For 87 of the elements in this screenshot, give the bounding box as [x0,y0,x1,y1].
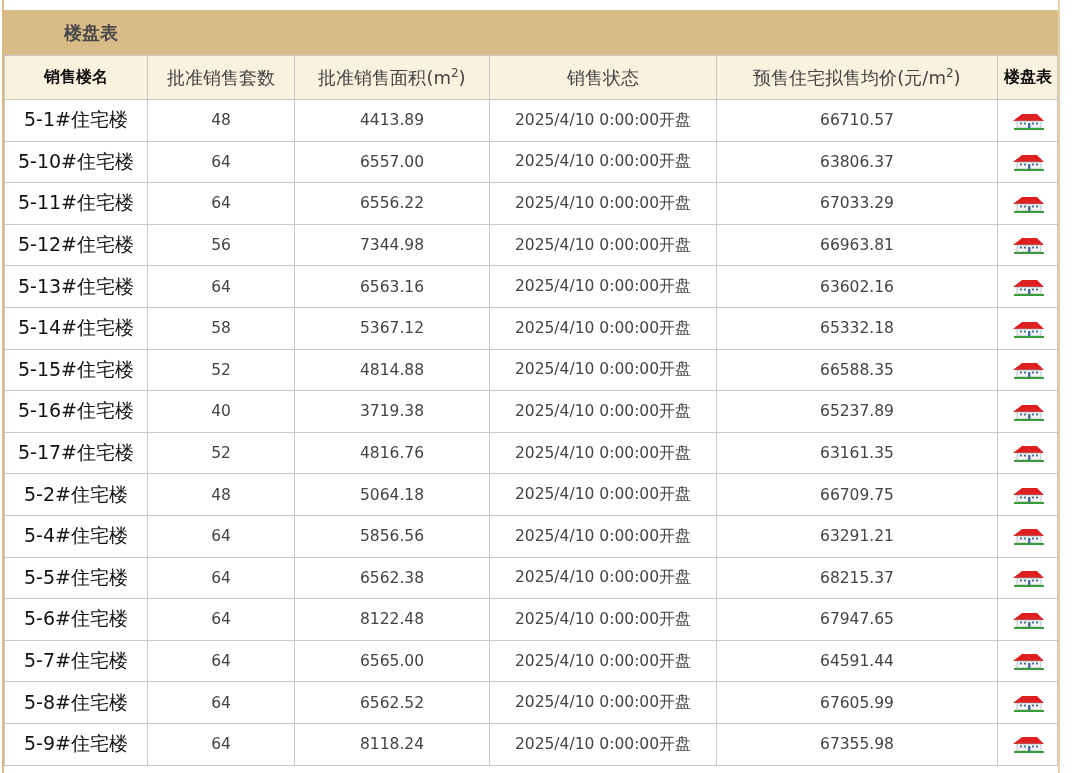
table-cell: 63602.16 [716,265,998,308]
table-cell: 6562.38 [294,557,490,599]
table-cell: 68215.37 [716,557,998,599]
table-cell: 63291.21 [716,515,998,558]
table-cell: 2025/4/10 0:00:00开盘 [489,307,717,350]
table-cell: 2025/4/10 0:00:00开盘 [489,598,717,641]
table-cell: 64 [147,640,295,682]
table-cell: 66963.81 [716,224,998,266]
table-cell: 2025/4/10 0:00:00开盘 [489,640,717,682]
table-cell: 64 [147,598,295,641]
table-cell: 67033.29 [716,182,998,225]
table-cell: 3719.38 [294,390,490,433]
table-cell: 48 [147,99,295,142]
table-cell: 2025/4/10 0:00:00开盘 [489,723,717,765]
table-cell: 52 [147,432,295,474]
table-cell: 5-8#住宅楼 [4,681,148,724]
table-cell: 64 [147,681,295,724]
table-cell: 6562.52 [294,681,490,724]
table-cell: 5-5#住宅楼 [4,557,148,599]
table-cell: 66709.75 [716,473,998,516]
table-cell: 5-16#住宅楼 [4,390,148,433]
table-cell: 5-14#住宅楼 [4,307,148,350]
table-cell: 67355.98 [716,723,998,765]
table-cell: 2025/4/10 0:00:00开盘 [489,99,717,142]
table-cell: 2025/4/10 0:00:00开盘 [489,515,717,558]
table-cell: 48 [147,473,295,516]
table-title: 楼盘表 [64,20,118,45]
table-cell: 4816.76 [294,432,490,474]
table-cell: 65332.18 [716,307,998,350]
table-cell: 58 [147,307,295,350]
table-cell: 8122.48 [294,598,490,641]
column-header: 销售状态 [489,55,717,100]
table-cell: 64 [147,182,295,225]
table-cell: 5-1#住宅楼 [4,99,148,142]
table-cell: 6563.16 [294,265,490,308]
table-cell: 5-11#住宅楼 [4,182,148,225]
table-cell: 65237.89 [716,390,998,433]
table-cell: 64 [147,141,295,183]
table-cell: 6565.00 [294,640,490,682]
table-cell: 56 [147,224,295,266]
column-header: 批准销售面积(m$^{2}$) [294,55,490,100]
table-cell: 7344.98 [294,224,490,266]
table-cell: 2025/4/10 0:00:00开盘 [489,390,717,433]
table-cell: 5064.18 [294,473,490,516]
table-cell: 64 [147,515,295,558]
table-cell: 2025/4/10 0:00:00开盘 [489,432,717,474]
column-header: 预售住宅拟售均价(元/m$^{2}$) [716,55,998,100]
table-cell: 5-7#住宅楼 [4,640,148,682]
table-cell: 2025/4/10 0:00:00开盘 [489,473,717,516]
table-cell: 2025/4/10 0:00:00开盘 [489,557,717,599]
table-cell: 66588.35 [716,349,998,391]
table-cell: 63161.35 [716,432,998,474]
table-cell: 40 [147,390,295,433]
table-cell: 2025/4/10 0:00:00开盘 [489,224,717,266]
table-cell: 6557.00 [294,141,490,183]
table-cell: 64 [147,557,295,599]
table-cell: 5-10#住宅楼 [4,141,148,183]
table-cell: 5-2#住宅楼 [4,473,148,516]
table-cell: 52 [147,349,295,391]
table-cell: 5-4#住宅楼 [4,515,148,558]
table-cell: 2025/4/10 0:00:00开盘 [489,265,717,308]
table-cell: 63806.37 [716,141,998,183]
table-cell: 66710.57 [716,99,998,142]
column-header: 批准销售套数 [147,55,295,100]
table-cell: 4413.89 [294,99,490,142]
table-cell: 5-17#住宅楼 [4,432,148,474]
table-cell: 6556.22 [294,182,490,225]
table-cell: 67605.99 [716,681,998,724]
table-cell: 5-15#住宅楼 [4,349,148,391]
table-cell: 5367.12 [294,307,490,350]
table-cell: 5856.56 [294,515,490,558]
column-header: 楼盘表 [997,55,1058,100]
table-cell: 4814.88 [294,349,490,391]
table-cell: 64591.44 [716,640,998,682]
table-cell: 8118.24 [294,723,490,765]
table-cell: 5-12#住宅楼 [4,224,148,266]
table-cell: 5-6#住宅楼 [4,598,148,641]
table-cell: 5-9#住宅楼 [4,723,148,765]
table-cell: 2025/4/10 0:00:00开盘 [489,681,717,724]
table-cell: 2025/4/10 0:00:00开盘 [489,141,717,183]
table-cell: 67947.65 [716,598,998,641]
column-header: 销售楼名 [4,55,148,100]
table-cell: 64 [147,265,295,308]
table-cell: 2025/4/10 0:00:00开盘 [489,349,717,391]
table-cell: 5-13#住宅楼 [4,265,148,308]
table-cell: 2025/4/10 0:00:00开盘 [489,182,717,225]
table-cell: 64 [147,723,295,765]
